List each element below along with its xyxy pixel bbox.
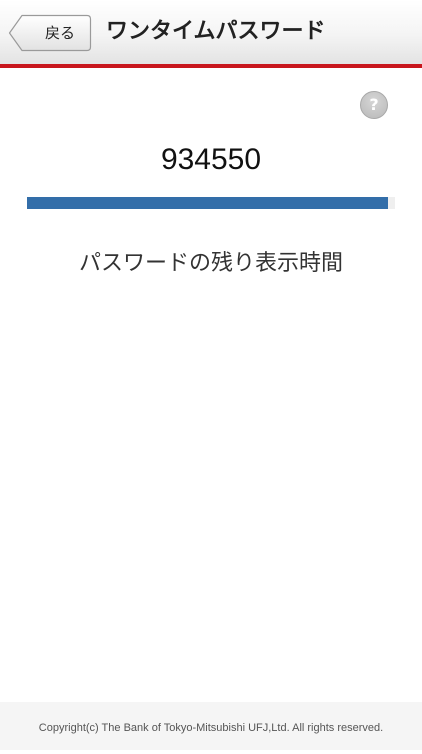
remaining-time-fill — [27, 197, 388, 209]
help-glyph: ? — [369, 95, 379, 114]
question-icon[interactable]: ? — [360, 91, 388, 119]
remaining-time-bar — [27, 197, 395, 209]
one-time-password: 934550 — [160, 143, 262, 176]
back-button-label: 戻る — [44, 24, 75, 42]
footer: Copyright(c) The Bank of Tokyo-Mitsubish… — [0, 702, 422, 750]
page-title: ワンタイムパスワード — [106, 19, 326, 44]
back-button[interactable]: 戻る — [8, 14, 92, 52]
header-accent-line — [0, 64, 422, 68]
copyright-text: Copyright(c) The Bank of Tokyo-Mitsubish… — [38, 722, 384, 734]
remaining-time-caption: パスワードの残り表示時間 — [78, 251, 343, 276]
